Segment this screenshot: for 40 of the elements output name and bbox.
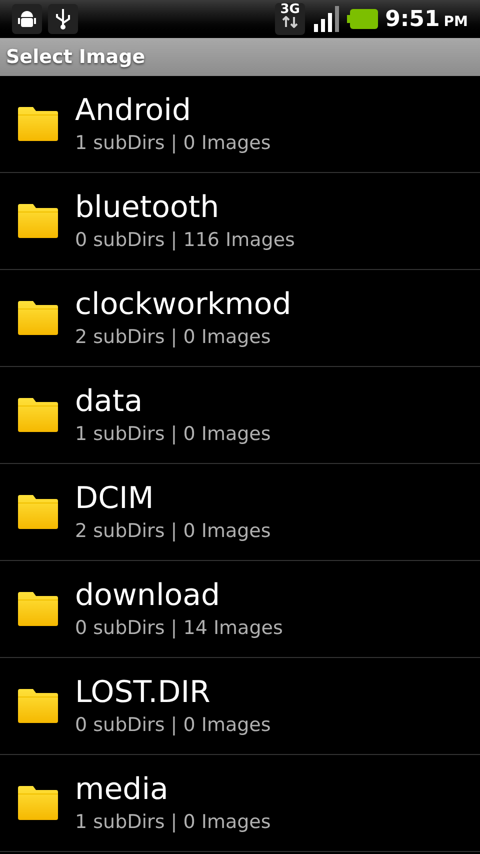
folder-row[interactable]: data 1 subDirs | 0 Images [0, 367, 480, 464]
battery-icon [347, 8, 380, 30]
title: Select Image [6, 44, 146, 70]
folder-icon [16, 203, 60, 239]
folder-row[interactable]: media 1 subDirs | 0 Images [0, 755, 480, 852]
folder-icon [16, 106, 60, 142]
data-arrows-icon [280, 16, 300, 28]
folder-row[interactable]: LOST.DIR 0 subDirs | 0 Images [0, 658, 480, 755]
folder-icon [16, 300, 60, 336]
signal-icon [311, 4, 342, 34]
network-indicator: 3G [275, 3, 306, 35]
folder-icon [16, 688, 60, 724]
folder-icon [16, 397, 60, 433]
folder-name: LOST.DIR [75, 674, 212, 712]
folder-name: media [75, 771, 170, 809]
folder-info: 2 subDirs | 0 Images [75, 519, 271, 544]
folder-row[interactable]: Android 1 subDirs | 0 Images [0, 76, 480, 173]
folder-name: clockworkmod [75, 286, 292, 324]
folder-name: download [75, 577, 222, 615]
folder-row[interactable]: bluetooth 0 subDirs | 116 Images [0, 173, 480, 270]
folder-row[interactable]: DCIM 2 subDirs | 0 Images [0, 464, 480, 561]
folder-name: DCIM [75, 480, 155, 518]
folder-info: 0 subDirs | 116 Images [75, 228, 295, 253]
clock: 9:51 PM [385, 6, 468, 34]
folder-name: bluetooth [75, 189, 220, 227]
usb-icon [48, 4, 78, 34]
folder-name: Android [75, 92, 192, 130]
folder-row[interactable]: clockworkmod 2 subDirs | 0 Images [0, 270, 480, 367]
android-icon [12, 4, 42, 34]
folder-row[interactable]: download 0 subDirs | 14 Images [0, 561, 480, 658]
folder-info: 1 subDirs | 0 Images [75, 810, 271, 835]
folder-info: 0 subDirs | 0 Images [75, 713, 271, 738]
folder-info: 1 subDirs | 0 Images [75, 422, 271, 447]
folder-icon [16, 494, 60, 530]
folder-info: 0 subDirs | 14 Images [75, 616, 283, 641]
folder-icon [16, 591, 60, 627]
folder-info: 1 subDirs | 0 Images [75, 131, 271, 156]
folder-info: 2 subDirs | 0 Images [75, 325, 272, 350]
folder-name: data [75, 383, 144, 421]
folder-icon [16, 785, 60, 821]
